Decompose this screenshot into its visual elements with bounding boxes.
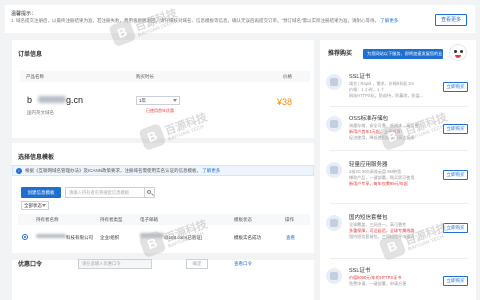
notice-banner: i 根据《互联网域名管理办法》及ICANN政策要求，注册域名需使用实名认证的信息…: [12, 165, 314, 176]
view-more-button[interactable]: 查看更多: [435, 14, 467, 26]
search-button[interactable]: [144, 187, 155, 198]
template-radio[interactable]: [22, 234, 28, 240]
status-filter-value: 全部状态: [24, 203, 42, 208]
domain-redaction: [38, 96, 66, 103]
product-name: OSS标准存储包: [349, 116, 389, 122]
owner-redaction: [36, 234, 66, 238]
template-status: 模板实名成功: [234, 235, 261, 240]
domain-suffix: g.cn: [66, 95, 84, 105]
product-name: 国内短信套餐包: [349, 215, 388, 221]
order-col-product: 产品名称: [26, 74, 44, 79]
domain-type: 国内英文域名: [27, 110, 54, 115]
product-name: 轻量应用服务器: [349, 162, 388, 168]
divider: [330, 150, 468, 151]
template-col-type: 持有者类型: [100, 217, 123, 222]
tip-text-body: 1. 域名提交注册后，以最终注册结果为准，若注册失败，费用将原路退回，请仔细核对…: [11, 18, 379, 23]
domain-prefix: b: [27, 95, 33, 105]
template-col-owner: 持有者名称: [36, 217, 59, 222]
recommend-banner[interactable]: 为您网站以下服务，即将加速发展您的业务: [363, 49, 443, 66]
duration-note: 已使用首年优惠: [146, 108, 174, 113]
notice-body: 根据《互联网域名管理办法》及ICANN政策要求，注册域名需使用实名认证的信息模板…: [25, 168, 201, 173]
product-desc: 免费申请，一键部署，申请方便: [349, 281, 407, 286]
sms-icon: [326, 215, 342, 231]
template-view-link[interactable]: 查看: [286, 235, 295, 241]
status-filter-select[interactable]: 全部状态: [21, 201, 49, 210]
product-desc: 新用户专享，每年仅需99元/年起: [349, 181, 408, 186]
duration-select[interactable]: 1年: [136, 96, 180, 105]
buy-now-button[interactable]: 立即购买: [443, 82, 468, 92]
info-icon: i: [16, 168, 22, 174]
tip-title: 温馨提示：: [11, 11, 37, 17]
duration-value: 1年: [139, 98, 147, 103]
server-icon: [326, 162, 342, 178]
tip-bar: 温馨提示： 1. 域名提交注册后，以最终注册结果为准，若注册失败，费用将原路退回…: [5, 5, 475, 33]
promo-title: 优惠口令: [18, 262, 43, 268]
template-search-input[interactable]: 请输入持有者名称搜索信息模板: [65, 187, 146, 198]
order-col-price: 价格: [283, 74, 292, 79]
search-icon-handle: [151, 193, 154, 196]
order-price: ¥38: [277, 97, 293, 107]
chevron-down-icon: [173, 99, 177, 102]
ssl-icon: [326, 74, 342, 90]
promo-code-input[interactable]: 请在此输入优惠口令: [78, 259, 152, 269]
order-table-header: [20, 71, 310, 82]
tip-text: 1. 域名提交注册后，以最终注册结果为准，若注册失败，费用将原路退回，请仔细核对…: [11, 18, 411, 24]
product-name: SSL证书: [349, 268, 371, 274]
product-card: SSL证书 价值5000元/年的HTTPS证书 免费申请，一键部署，申请方便 立…: [322, 266, 474, 298]
order-title: 订单信息: [18, 52, 43, 58]
create-template-button[interactable]: 创建信息模板: [21, 187, 61, 198]
template-col-action: 操作: [285, 217, 294, 222]
divider: [330, 203, 468, 204]
promo-view-link[interactable]: 查看口令: [234, 261, 252, 267]
template-owner: 科技有限公司: [66, 235, 93, 240]
template-type: 企业/组织: [100, 235, 120, 240]
mascot-icon: [449, 44, 467, 61]
buy-now-button[interactable]: 立即购买: [443, 170, 468, 180]
promo-card: 优惠口令: [12, 260, 314, 300]
product-card: 轻量应用服务器 2核2G 50G高效云盘 5M带宽 爆款产品，一键部署，购买即可…: [322, 160, 474, 200]
product-name: SSL证书: [349, 74, 371, 80]
divider: [330, 258, 468, 259]
info-title: 选择信息模板: [18, 155, 55, 161]
divider: [330, 106, 468, 107]
storage-icon: [326, 116, 342, 132]
chevron-down-icon: [42, 204, 46, 207]
template-table-header: [18, 214, 310, 225]
buy-now-button[interactable]: 立即购买: [443, 276, 468, 286]
promo-confirm-button[interactable]: 确定: [186, 259, 208, 269]
product-desc: 网站HTTPS化，防劫持，防篡改，防监...: [349, 93, 424, 98]
recommend-title: 推荐购买: [328, 51, 353, 57]
order-col-duration: 购买时长: [136, 74, 154, 79]
tip-more-link[interactable]: 了解更多: [380, 18, 398, 23]
notice-link[interactable]: 了解更多: [202, 168, 220, 173]
notice-text: 根据《互联网域名管理办法》及ICANN政策要求，注册域名需使用实名认证的信息模板…: [25, 168, 220, 174]
template-col-email: 电子邮箱: [140, 217, 158, 222]
template-col-status: 模板状态: [234, 217, 252, 222]
ssl-icon: [326, 268, 342, 284]
